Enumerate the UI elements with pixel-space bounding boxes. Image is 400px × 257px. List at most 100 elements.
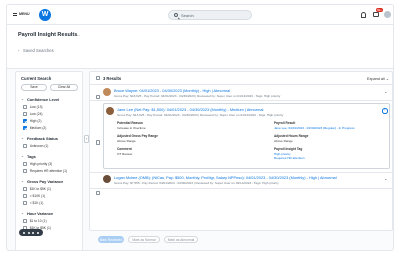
filter-checkbox[interactable] bbox=[23, 201, 28, 206]
employee-avatar bbox=[106, 107, 114, 115]
field-value: Above Range bbox=[117, 138, 136, 143]
filter-option-label: $1 to 10 (1) bbox=[29, 219, 47, 224]
filter-option-label: Unknown (1) bbox=[29, 144, 49, 149]
save-search-button[interactable]: Save bbox=[21, 84, 47, 91]
logo-icon[interactable]: W bbox=[39, 9, 51, 21]
filter-checkbox[interactable] bbox=[23, 144, 28, 149]
filter-option-label: < $1K (1) bbox=[29, 201, 44, 206]
filter-option[interactable]: Medium (2) bbox=[23, 126, 47, 131]
row-title-link[interactable]: Jane Lee (Net Pay: $1,500): 04/01/2023 -… bbox=[117, 107, 263, 112]
current-search-title: Current Search bbox=[21, 76, 52, 81]
filter-option-label: Medium (2) bbox=[29, 126, 47, 131]
saved-searches-toggle[interactable]: Saved Searches bbox=[23, 48, 54, 53]
row-title-link[interactable]: Logan Mckee (OMB): (NiCas, Pay: $500, Mo… bbox=[114, 175, 337, 180]
select-all-checkbox[interactable] bbox=[96, 76, 101, 81]
filter-option-label: > $10K (1) bbox=[29, 194, 46, 199]
hamburger-icon bbox=[13, 12, 17, 16]
divider bbox=[90, 100, 393, 101]
divider bbox=[90, 172, 393, 173]
chevron-down-icon[interactable]: ⌄ bbox=[21, 211, 24, 215]
chevron-down-icon[interactable]: ⌄ bbox=[21, 136, 24, 140]
filter-checkbox[interactable] bbox=[23, 169, 28, 174]
collapse-row-chevron-icon[interactable]: ⌃ bbox=[382, 108, 388, 114]
chevron-down-icon: ⌄ bbox=[385, 77, 389, 81]
top-bar: MENU W Search 99+ bbox=[7, 5, 393, 25]
filter-section-title[interactable]: Hour Variance bbox=[27, 211, 53, 216]
row-title-link[interactable]: Bruce Wayne: 04/01/2023 - 04/30/2023 (Mo… bbox=[114, 88, 230, 93]
page-navigator[interactable] bbox=[19, 229, 43, 236]
filter-option[interactable]: Low (24) bbox=[23, 112, 43, 117]
expand-all-button[interactable]: Expand all ⌄ bbox=[367, 76, 389, 81]
filter-option[interactable]: < $1K (1) bbox=[23, 201, 44, 206]
clear-all-button[interactable]: Clear All bbox=[50, 84, 78, 91]
row-checkbox[interactable] bbox=[96, 140, 101, 145]
row-checkbox[interactable] bbox=[96, 190, 101, 195]
filter-option-label: Low (13) bbox=[29, 105, 43, 110]
filter-option[interactable]: Unknown (1) bbox=[23, 144, 49, 149]
search-placeholder: Search bbox=[181, 13, 194, 18]
field-label: Payroll Result bbox=[274, 121, 296, 125]
field-value: Above Range bbox=[274, 138, 293, 143]
row-checkbox[interactable] bbox=[96, 95, 101, 100]
filter-option[interactable]: $1 to 10 (1) bbox=[23, 219, 47, 224]
inbox-icon[interactable] bbox=[373, 12, 379, 17]
filter-option[interactable]: > $10K (1) bbox=[23, 194, 46, 199]
row-subtitle: Gross Pay: $7,555 - Pay Period: 04/01/20… bbox=[114, 180, 279, 185]
menu-button[interactable]: MENU bbox=[13, 12, 30, 16]
field-label: Payroll Insight Tag bbox=[274, 147, 303, 151]
expand-row-chevron-icon[interactable]: ⌄ bbox=[384, 89, 387, 94]
field-label: Adjusted Hours Range bbox=[274, 134, 309, 138]
notifications-bell-icon[interactable] bbox=[361, 12, 366, 18]
results-panel: 3 Results Expand all ⌄ Bruce Wayne: 04/0… bbox=[89, 71, 393, 231]
filter-checkbox[interactable] bbox=[23, 194, 28, 199]
filter-option[interactable]: Low (13) bbox=[23, 105, 43, 110]
expanded-result-card: Jane Lee (Net Pay: $1,500): 04/01/2023 -… bbox=[103, 103, 390, 169]
filter-checkbox[interactable] bbox=[23, 105, 28, 110]
filter-section-title[interactable]: Tags bbox=[27, 154, 36, 159]
filter-option[interactable]: High (2) bbox=[23, 119, 42, 124]
expand-row-chevron-icon[interactable]: ⌄ bbox=[384, 176, 387, 181]
chevron-down-icon[interactable]: ⌄ bbox=[21, 154, 24, 158]
filter-option-label: Requires HR attention (1) bbox=[29, 169, 68, 174]
chevron-down-icon[interactable]: ⌄ bbox=[21, 97, 24, 101]
filter-option-label: High (2) bbox=[29, 119, 42, 124]
filter-option-label: $1K to $5K (1) bbox=[29, 187, 51, 192]
field-label: Potential Reason bbox=[117, 121, 143, 125]
field-label: Adjusted Gross Pay Range bbox=[117, 134, 158, 138]
filter-section-title[interactable]: Gross Pay Variance bbox=[27, 179, 63, 184]
row-subtitle: Gross Pay: $13,625 - Pay Period: 04/01/2… bbox=[117, 112, 284, 117]
filter-option-label: High priority (3) bbox=[29, 162, 53, 167]
filter-sidebar: Current Search Save Clear All ⌄ Confidenc… bbox=[15, 71, 83, 250]
field-value-link[interactable]: Jane Lee: 04/01/2023 - 04/30/2023 (Regul… bbox=[274, 126, 355, 130]
app-window: MENU W Search 99+ Payroll Insight Result… bbox=[6, 4, 394, 251]
user-avatar[interactable] bbox=[383, 10, 392, 19]
search-icon bbox=[174, 13, 178, 18]
filter-checkbox[interactable] bbox=[23, 187, 28, 192]
page-title: Payroll Insight Results bbox=[18, 32, 78, 38]
filter-section-title[interactable]: Feedback Status bbox=[27, 136, 58, 141]
divider bbox=[90, 84, 393, 85]
employee-avatar bbox=[103, 175, 111, 183]
filter-option[interactable]: High priority (3) bbox=[23, 162, 53, 167]
mark-normal-button[interactable]: Mark as Normal bbox=[128, 236, 160, 243]
menu-label: MENU bbox=[19, 12, 30, 16]
filter-option[interactable]: $1K to $5K (1) bbox=[23, 187, 51, 192]
filter-checkbox[interactable] bbox=[23, 219, 28, 224]
mark-reviewed-button[interactable]: Mark Reviewed bbox=[98, 236, 124, 243]
divider bbox=[90, 188, 393, 189]
filter-checkbox[interactable] bbox=[23, 126, 28, 131]
chevron-down-icon[interactable]: ⌄ bbox=[21, 179, 24, 183]
filter-section-title[interactable]: Confidence Level bbox=[27, 97, 59, 102]
filter-option[interactable]: Requires HR attention (1) bbox=[23, 169, 68, 174]
field-value: Increase in Overtime bbox=[117, 125, 146, 130]
filter-checkbox[interactable] bbox=[23, 119, 28, 124]
filter-checkbox[interactable] bbox=[23, 162, 28, 167]
results-count: 3 Results bbox=[103, 76, 122, 81]
more-actions-button[interactable]: ... bbox=[75, 32, 80, 38]
mark-abnormal-button[interactable]: Mark as Abnormal bbox=[164, 236, 198, 243]
employee-avatar bbox=[103, 88, 111, 96]
field-label: Comment bbox=[117, 147, 132, 151]
field-value-link[interactable]: High priority Requires HR attention bbox=[274, 152, 304, 160]
search-input[interactable]: Search bbox=[168, 10, 252, 20]
filter-checkbox[interactable] bbox=[23, 112, 28, 117]
